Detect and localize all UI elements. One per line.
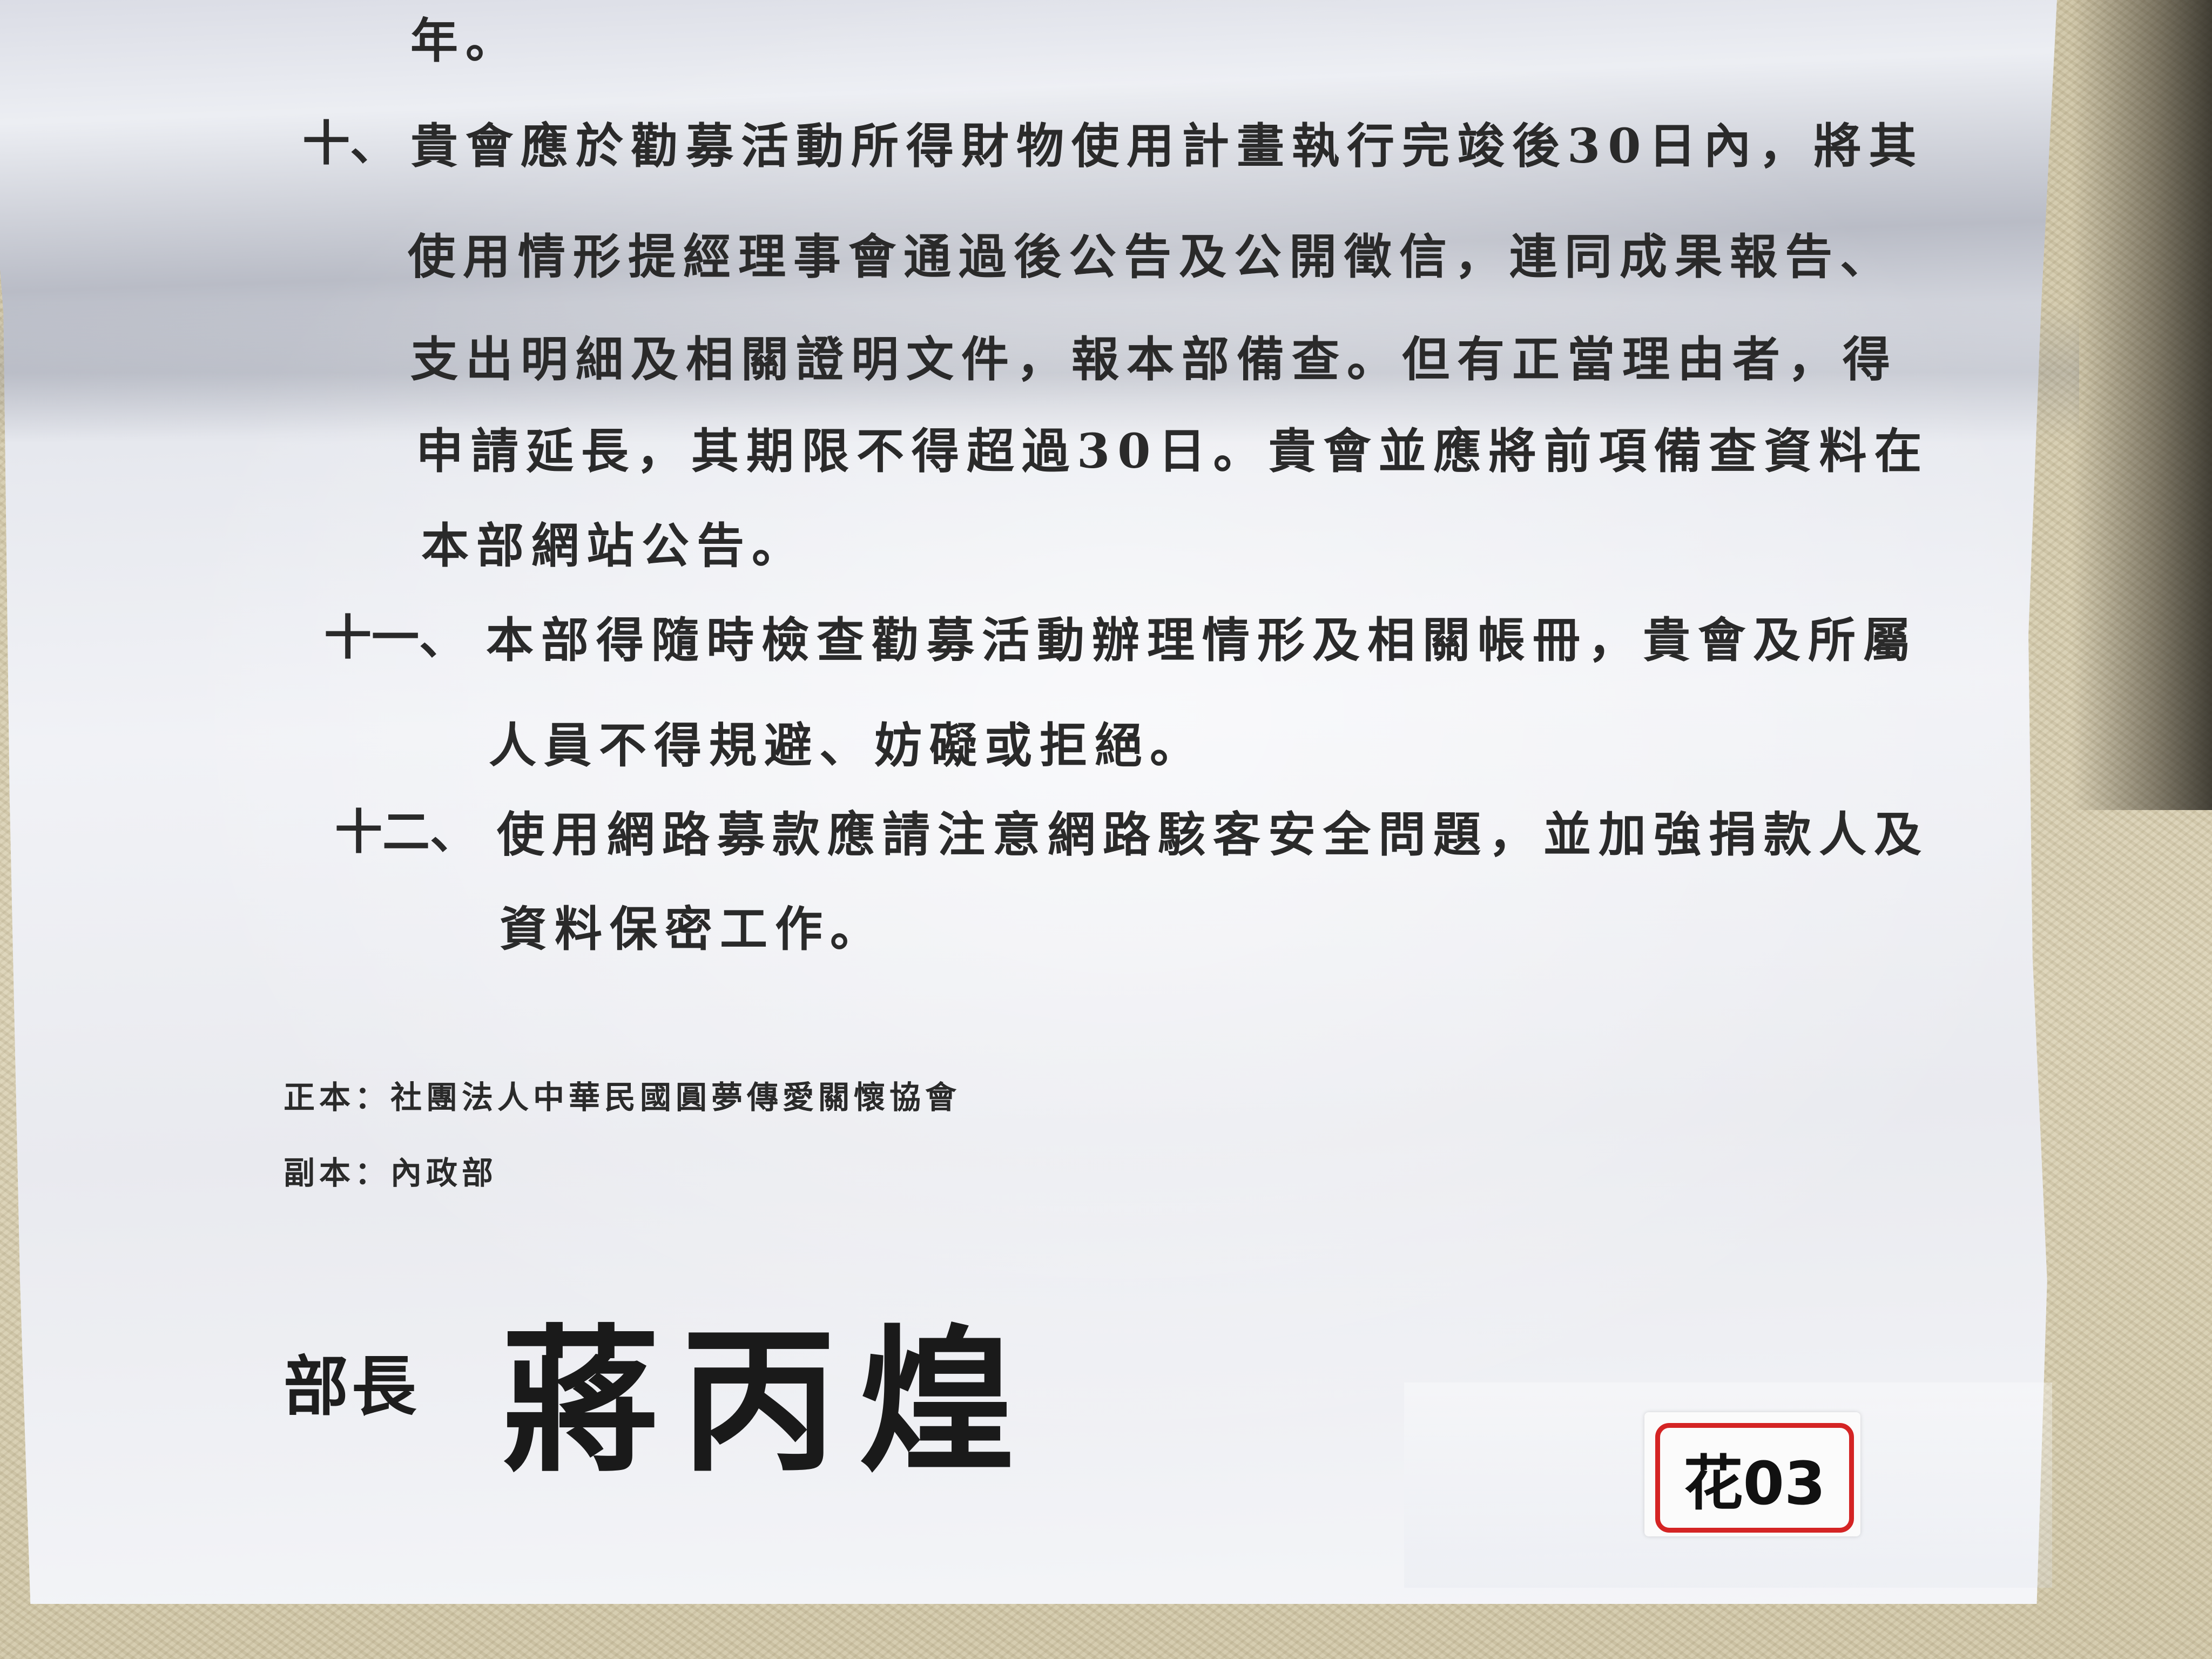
signatory-title: 部長 (284, 1348, 420, 1425)
recipient-copy: 副本：內政部 (284, 1155, 498, 1191)
item11-line-1: 本部得隨時檢查勸募活動辦理情形及相關帳冊，貴會及所屬 (486, 612, 1919, 668)
item10-line-5: 本部網站公告。 (421, 517, 807, 574)
document-body: 年。 十、 貴會應於勸募活動所得財物使用計畫執行完竣後30日內，將其 使用情形提… (0, 0, 2212, 1659)
item-number-11: 十一、 (324, 609, 467, 665)
filing-tag: 花03 (1644, 1412, 1860, 1536)
text-line-top: 年。 (410, 12, 521, 69)
recipient-original: 正本：社團法人中華民國圓夢傳愛關懷協會 (284, 1079, 961, 1116)
item11-line-2: 人員不得規避、妨礙或拒絕。 (489, 717, 1205, 773)
item-number-10: 十、 (302, 115, 398, 171)
item10-line-4: 申請延長，其期限不得超過30日。貴會並應將前項備查資料在 (416, 423, 1930, 479)
signatory-name: 蔣丙煌 (502, 1310, 1037, 1493)
item10-line-3: 支出明細及相關證明文件，報本部備查。但有正當理由者，得 (410, 331, 1898, 387)
item-number-12: 十二、 (335, 804, 478, 860)
item10-line-2: 使用情形提經理事會通過後公告及公開徵信，連同成果報告、 (408, 228, 1896, 285)
tag-label: 花03 (1655, 1423, 1854, 1533)
item10-line-1: 貴會應於勸募活動所得財物使用計畫執行完竣後30日內，將其 (410, 118, 1924, 174)
item12-line-2: 資料保密工作。 (500, 901, 886, 957)
item12-line-1: 使用網路募款應請注意網路駭客安全問題，並加強捐款人及 (497, 806, 1930, 862)
